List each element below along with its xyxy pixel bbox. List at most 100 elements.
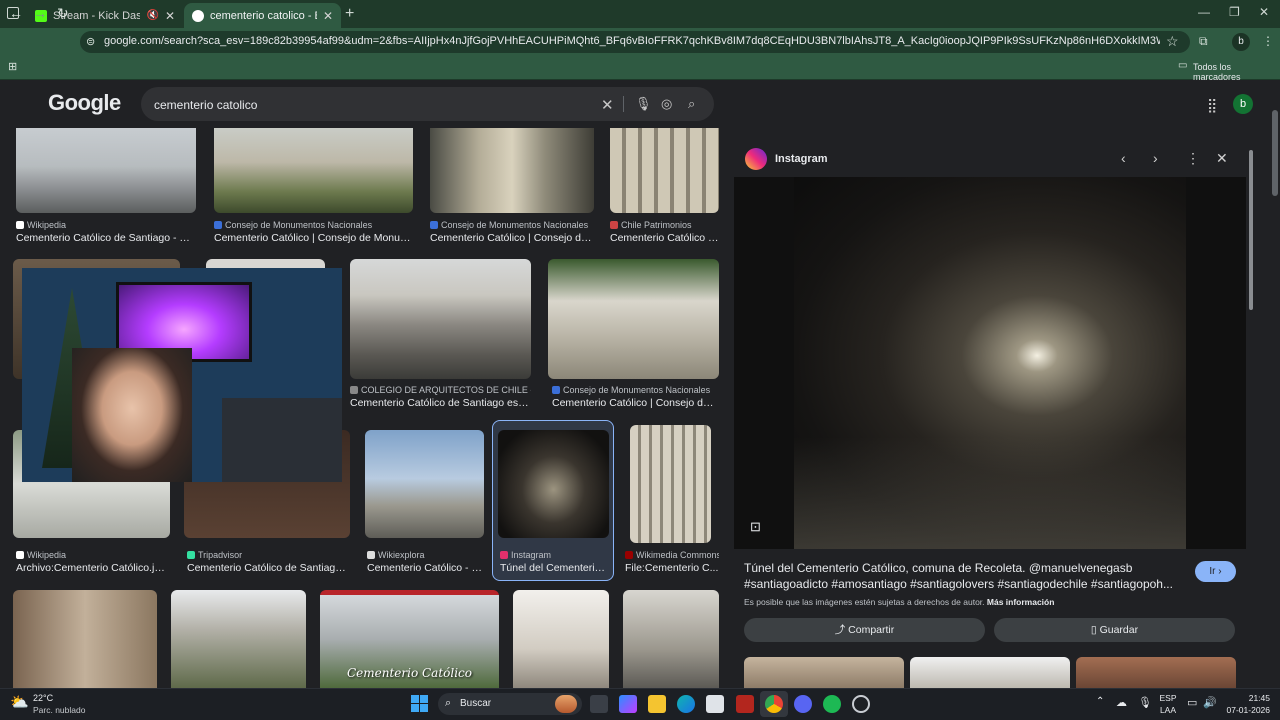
close-window-icon[interactable]: ✕ — [1259, 5, 1269, 19]
result-caption[interactable]: Cementerio Católico de Santiago - Wiki..… — [16, 232, 196, 244]
result-image[interactable] — [171, 590, 306, 688]
result-image[interactable] — [16, 128, 196, 213]
muted-audio-icon[interactable]: 🔇 — [146, 10, 158, 21]
lens-search-icon[interactable]: ⊡ — [750, 519, 761, 535]
page-scrollbar-thumb[interactable] — [1272, 110, 1278, 196]
account-avatar[interactable]: b — [1233, 94, 1253, 114]
more-options-icon[interactable]: ⋮ — [1186, 150, 1200, 167]
discord-icon[interactable] — [794, 695, 812, 713]
tab-google-search[interactable]: cementerio catolico - Buscar co ✕ — [184, 3, 341, 28]
close-panel-icon[interactable]: ✕ — [1216, 150, 1228, 167]
new-tab-icon[interactable]: + — [345, 5, 354, 23]
result-caption[interactable]: Cementerio Católico | ... — [610, 232, 719, 244]
result-image[interactable] — [630, 425, 711, 543]
google-logo[interactable]: Google — [48, 90, 121, 116]
microphone-tray-icon[interactable]: 🎙 — [1138, 696, 1152, 709]
result-caption[interactable]: Cementerio Católico | Consejo de Monume.… — [214, 232, 413, 244]
result-source[interactable]: Wikipedia — [16, 220, 196, 230]
volume-icon[interactable]: 🔊 — [1203, 696, 1217, 709]
previous-icon[interactable]: ‹ — [1121, 150, 1126, 166]
edge-icon[interactable] — [677, 695, 695, 713]
result-source[interactable]: Instagram — [500, 550, 608, 560]
result-image[interactable] — [513, 590, 609, 688]
network-icon[interactable]: ▭ — [1187, 696, 1197, 709]
tray-chevron-icon[interactable]: ⌃ — [1096, 696, 1104, 707]
close-tab-icon[interactable]: ✕ — [165, 9, 175, 23]
result-image[interactable]: Cementerio Católico — [320, 590, 499, 688]
result-caption[interactable]: File:Cementerio C... — [625, 562, 719, 574]
weather-status[interactable]: Parc. nublado — [33, 705, 85, 715]
next-icon[interactable]: › — [1153, 150, 1158, 166]
page-scrollbar[interactable] — [1270, 110, 1280, 688]
google-apps-icon[interactable]: ⣿ — [1207, 97, 1217, 114]
result-caption[interactable]: Cementerio Católico | Consejo de ... — [430, 232, 594, 244]
related-image[interactable] — [910, 657, 1070, 688]
microphone-icon[interactable]: 🎙 — [635, 96, 652, 112]
store-icon[interactable] — [706, 695, 724, 713]
result-source[interactable]: Consejo de Monumentos Nacionales — [552, 385, 719, 395]
keyboard-layout[interactable]: LAA — [1157, 705, 1179, 715]
more-menu-icon[interactable]: ⋮ — [1262, 34, 1274, 48]
bookmark-star-icon[interactable]: ☆ — [1166, 33, 1179, 50]
close-tab-icon[interactable]: ✕ — [323, 9, 333, 23]
tab-kick-dashboard[interactable]: Stream - Kick Dashboard 🔇 ✕ — [27, 3, 183, 28]
chrome-icon[interactable] — [765, 695, 783, 713]
result-source[interactable]: Wikimedia Commons — [625, 550, 719, 560]
share-button[interactable]: ⤴ Compartir — [744, 618, 985, 642]
result-image[interactable] — [430, 128, 594, 213]
clock-date[interactable]: 07-01-2026 — [1222, 705, 1270, 715]
result-image[interactable] — [610, 128, 719, 213]
result-source[interactable]: Consejo de Monumentos Nacionales — [214, 220, 413, 230]
related-image[interactable] — [744, 657, 904, 688]
cloud-icon[interactable]: ☁ — [1116, 696, 1127, 709]
result-caption[interactable]: Archivo:Cementerio Católico.jpg ... — [16, 562, 170, 574]
spotify-icon[interactable] — [823, 695, 841, 713]
language-code[interactable]: ESP — [1157, 693, 1179, 703]
extensions-icon[interactable]: ⧉ — [1199, 34, 1208, 49]
more-info-link[interactable]: Más información — [987, 597, 1055, 607]
apps-grid-icon[interactable]: ⊞ — [8, 60, 17, 73]
lens-camera-icon[interactable]: ◎ — [661, 96, 672, 112]
result-image[interactable] — [498, 430, 609, 538]
profile-avatar[interactable]: b — [1232, 33, 1250, 51]
clock-time[interactable]: 21:45 — [1222, 693, 1270, 703]
forward-icon[interactable]: → — [33, 5, 47, 21]
all-bookmarks-link[interactable]: Todos los marcadores — [1193, 62, 1280, 82]
result-caption[interactable]: Cementerio Católico | Consejo de M... — [552, 397, 719, 409]
preview-description[interactable]: Túnel del Cementerio Católico, comuna de… — [744, 560, 1188, 592]
back-icon[interactable]: ← — [9, 5, 23, 21]
taskbar-search-label[interactable]: Buscar — [460, 698, 491, 709]
result-image[interactable] — [13, 590, 157, 688]
result-caption[interactable]: Cementerio Católico de Santiago es decl.… — [350, 397, 531, 409]
obs-icon[interactable] — [852, 695, 870, 713]
task-view-icon[interactable] — [590, 695, 608, 713]
file-explorer-icon[interactable] — [648, 695, 666, 713]
result-caption[interactable]: Cementerio Católico - W... — [367, 562, 484, 574]
preview-image[interactable] — [734, 177, 1246, 549]
weather-icon[interactable]: ⛅ — [10, 693, 29, 711]
result-caption[interactable]: Túnel del Cementerio ... — [500, 562, 608, 574]
panel-scrollbar-thumb[interactable] — [1249, 150, 1253, 310]
panel-source[interactable]: Instagram — [775, 153, 828, 165]
save-button[interactable]: ▯ Guardar — [994, 618, 1235, 642]
site-info-icon[interactable]: ⊜ — [86, 35, 95, 48]
result-image[interactable] — [365, 430, 484, 538]
weather-temp[interactable]: 22°C — [33, 693, 53, 703]
result-image[interactable] — [548, 259, 719, 379]
result-source[interactable]: Consejo de Monumentos Nacionales — [430, 220, 594, 230]
result-source[interactable]: Tripadvisor — [187, 550, 350, 560]
result-caption[interactable]: Cementerio Católico de Santiago. (... — [187, 562, 350, 574]
search-input[interactable]: cementerio catolico — [154, 98, 257, 112]
restore-icon[interactable]: ❐ — [1229, 5, 1240, 19]
clear-search-icon[interactable]: ✕ — [601, 96, 614, 114]
copilot-icon[interactable] — [619, 695, 637, 713]
result-source[interactable]: COLEGIO DE ARQUITECTOS DE CHILE - — [350, 385, 531, 395]
result-image[interactable] — [350, 259, 531, 379]
start-icon[interactable] — [411, 695, 428, 712]
result-image[interactable] — [623, 590, 719, 688]
address-url[interactable]: google.com/search?sca_esv=189c82b39954af… — [104, 35, 1160, 47]
visit-button[interactable]: Ir › — [1195, 561, 1236, 582]
related-image[interactable] — [1076, 657, 1236, 688]
result-source[interactable]: Wikipedia — [16, 550, 170, 560]
search-icon[interactable]: ⌕ — [688, 96, 695, 112]
